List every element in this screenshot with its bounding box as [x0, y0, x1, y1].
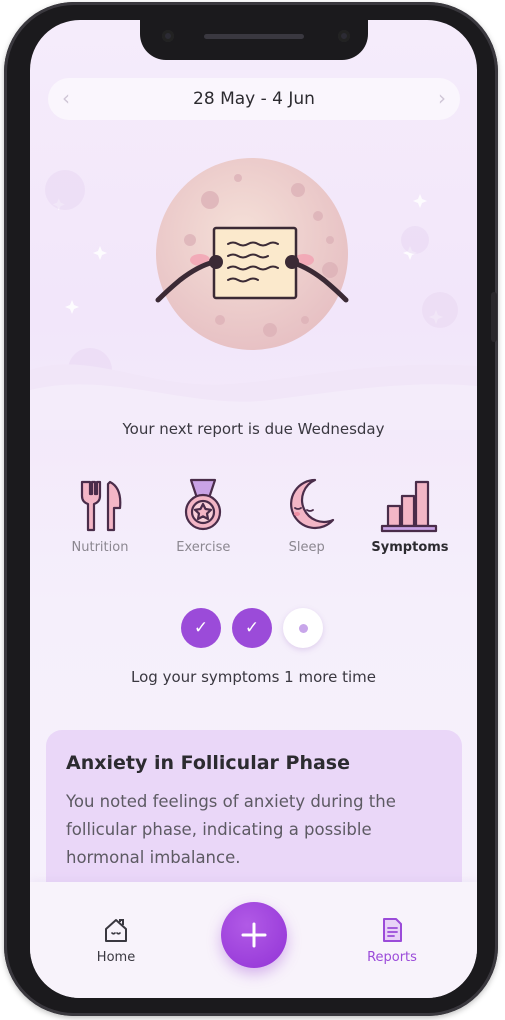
- home-icon: [105, 919, 127, 942]
- tab-sleep[interactable]: Sleep: [257, 476, 357, 555]
- progress-dot-complete: ✓: [181, 608, 221, 648]
- tab-nutrition[interactable]: Nutrition: [50, 476, 150, 555]
- date-range-label: 28 May - 4 Jun: [193, 89, 315, 109]
- bottom-navigation: Home Reports: [30, 882, 477, 998]
- tab-symptoms-label: Symptoms: [371, 540, 449, 555]
- pending-indicator: [298, 623, 308, 633]
- decorative-wave: [30, 364, 477, 430]
- tab-exercise[interactable]: Exercise: [153, 476, 253, 555]
- progress-dot-complete: ✓: [232, 608, 272, 648]
- nav-reports[interactable]: Reports: [352, 916, 432, 965]
- moon-icon: [289, 478, 334, 530]
- app-screen: ‹ 28 May - 4 Jun › Your next report is d…: [30, 20, 477, 998]
- nav-home[interactable]: Home: [76, 916, 156, 965]
- date-range-selector: ‹ 28 May - 4 Jun ›: [48, 78, 460, 120]
- phone-frame: ‹ 28 May - 4 Jun › Your next report is d…: [4, 2, 498, 1016]
- next-report-text: Your next report is due Wednesday: [122, 420, 385, 438]
- chevron-right-icon[interactable]: ›: [438, 86, 446, 110]
- tab-sleep-label: Sleep: [288, 540, 325, 555]
- speaker: [204, 34, 304, 39]
- notch: [140, 20, 368, 60]
- bar-chart-icon: [380, 480, 438, 533]
- camera: [162, 30, 174, 42]
- nav-home-label: Home: [96, 950, 136, 965]
- progress-dot-pending: [283, 608, 323, 648]
- medal-icon: [185, 478, 222, 531]
- report-document-icon: [383, 918, 402, 942]
- check-icon: ✓: [193, 618, 209, 638]
- plus-icon: [241, 922, 267, 948]
- log-reminder-text: Log your symptoms 1 more time: [131, 668, 376, 686]
- add-entry-button[interactable]: [221, 902, 287, 968]
- fork-knife-icon: [80, 480, 122, 532]
- category-tabs: Nutrition Exercise Sleep Symptoms: [50, 476, 460, 555]
- tab-symptoms[interactable]: Symptoms: [360, 476, 460, 555]
- check-icon: ✓: [244, 618, 260, 638]
- sensor: [338, 30, 350, 42]
- progress-dots: ✓ ✓: [181, 608, 323, 648]
- chevron-left-icon[interactable]: ‹: [62, 86, 70, 110]
- insight-body: You noted feelings of anxiety during the…: [66, 792, 396, 867]
- tab-nutrition-label: Nutrition: [71, 540, 129, 555]
- tab-exercise-label: Exercise: [176, 540, 231, 555]
- nav-reports-label: Reports: [367, 950, 417, 965]
- insight-title: Anxiety in Follicular Phase: [66, 752, 350, 774]
